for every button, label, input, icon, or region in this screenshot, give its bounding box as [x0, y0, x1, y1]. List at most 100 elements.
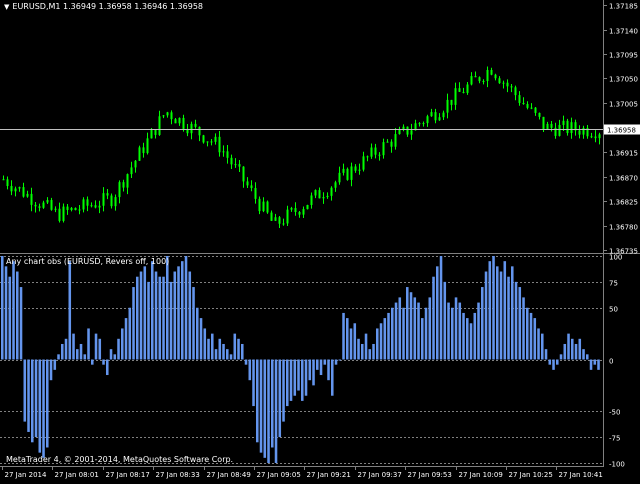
candle-body — [62, 206, 65, 221]
candle-body — [354, 166, 357, 171]
candle-body — [2, 179, 5, 181]
candle-body — [18, 187, 21, 189]
candle-body — [146, 138, 149, 154]
histogram-bar — [121, 328, 124, 360]
current-price-label: 1.36958 — [607, 127, 636, 135]
candle-body — [230, 157, 233, 165]
histogram-bar — [556, 359, 559, 365]
chart-background — [0, 0, 640, 480]
time-tick-label: 27 Jan 09:53 — [408, 471, 452, 479]
histogram-bar — [473, 312, 477, 360]
candle-body — [522, 102, 525, 105]
histogram-bar — [496, 266, 499, 360]
candle-body — [462, 91, 465, 93]
histogram-bar — [23, 359, 27, 422]
candle-body — [314, 190, 317, 196]
candle-body — [78, 209, 81, 211]
candle-body — [474, 76, 477, 78]
candle-body — [138, 147, 141, 161]
histogram-bar — [522, 297, 525, 360]
histogram-bar — [4, 266, 8, 360]
candle-body — [534, 107, 537, 113]
candle-body — [14, 188, 17, 192]
histogram-bar — [481, 287, 484, 360]
histogram-bar — [124, 318, 128, 360]
histogram-bar — [203, 328, 207, 360]
histogram-bar — [42, 359, 45, 458]
histogram-bar — [162, 276, 165, 360]
histogram-bar — [582, 349, 585, 360]
chart-canvas[interactable]: 1.37185 1.37140 1.37095 1.37050 1.37005 1.369… — [0, 0, 640, 480]
histogram-bar — [334, 359, 338, 365]
time-tick-label: 27 Jan 08:33 — [156, 471, 200, 479]
histogram-bar — [391, 307, 394, 360]
chart-window[interactable]: 1.37185 1.37140 1.37095 1.37050 1.37005 1.369… — [0, 0, 640, 480]
candle-body — [42, 202, 45, 208]
triangle-down-icon[interactable]: ▼ — [4, 3, 9, 11]
histogram-bar — [53, 359, 57, 370]
candle-body — [362, 156, 365, 170]
histogram-bar — [338, 359, 342, 361]
indicator-level-label: -50 — [609, 409, 620, 417]
candle-body — [482, 80, 485, 82]
candle-body — [346, 168, 349, 180]
histogram-bar — [593, 359, 597, 365]
candle-body — [598, 134, 601, 139]
indicator-level-label: -75 — [609, 435, 620, 443]
histogram-bar — [207, 338, 210, 360]
candle-body — [390, 141, 393, 147]
candle-body — [426, 116, 429, 124]
histogram-bar — [196, 307, 199, 360]
histogram-bar — [466, 318, 469, 360]
histogram-bar — [409, 292, 413, 360]
candle-body — [114, 197, 117, 207]
histogram-bar — [241, 343, 244, 360]
candle-body — [106, 193, 109, 196]
candle-body — [594, 136, 597, 139]
histogram-bar — [139, 271, 143, 360]
candle-body — [318, 190, 321, 199]
candle-body — [90, 205, 93, 207]
histogram-bar — [297, 359, 300, 391]
histogram-bar — [421, 318, 424, 360]
histogram-bar — [533, 318, 537, 360]
candle-body — [450, 99, 453, 105]
histogram-bar — [458, 302, 462, 360]
histogram-bar — [293, 359, 297, 396]
histogram-bar — [177, 266, 180, 360]
candle-body — [94, 205, 97, 208]
candle-body — [58, 208, 61, 221]
histogram-bar — [117, 338, 120, 360]
candle-body — [550, 123, 553, 128]
histogram-bar — [319, 359, 323, 376]
candle-body — [250, 185, 253, 189]
histogram-bar — [233, 333, 237, 360]
candle-body — [486, 70, 489, 81]
candle-body — [242, 166, 245, 182]
histogram-bar — [541, 333, 544, 360]
price-tick-label: 1.37005 — [609, 101, 638, 109]
time-tick-label: 27 Jan 09:37 — [358, 471, 402, 479]
candle-body — [566, 120, 569, 134]
histogram-bar — [544, 349, 548, 360]
candle-body — [502, 82, 505, 84]
histogram-bar — [364, 333, 368, 360]
candle-body — [530, 107, 533, 109]
histogram-bar — [267, 359, 270, 463]
candle-body — [22, 187, 25, 197]
candle-body — [378, 154, 381, 156]
time-tick-label: 27 Jan 2014 — [5, 471, 48, 479]
histogram-bar — [158, 276, 162, 360]
histogram-bar — [537, 328, 540, 360]
histogram-bar — [226, 349, 229, 360]
price-tick-label: 1.37140 — [609, 28, 638, 36]
histogram-bar — [327, 359, 330, 381]
histogram-bar — [413, 297, 417, 360]
time-tick-label: 27 Jan 10:25 — [509, 471, 553, 479]
histogram-bar — [143, 266, 147, 360]
time-tick-label: 27 Jan 08:49 — [207, 471, 251, 479]
histogram-bar — [57, 354, 60, 360]
candle-body — [538, 112, 541, 117]
histogram-bar — [184, 256, 188, 360]
candle-body — [358, 169, 361, 171]
